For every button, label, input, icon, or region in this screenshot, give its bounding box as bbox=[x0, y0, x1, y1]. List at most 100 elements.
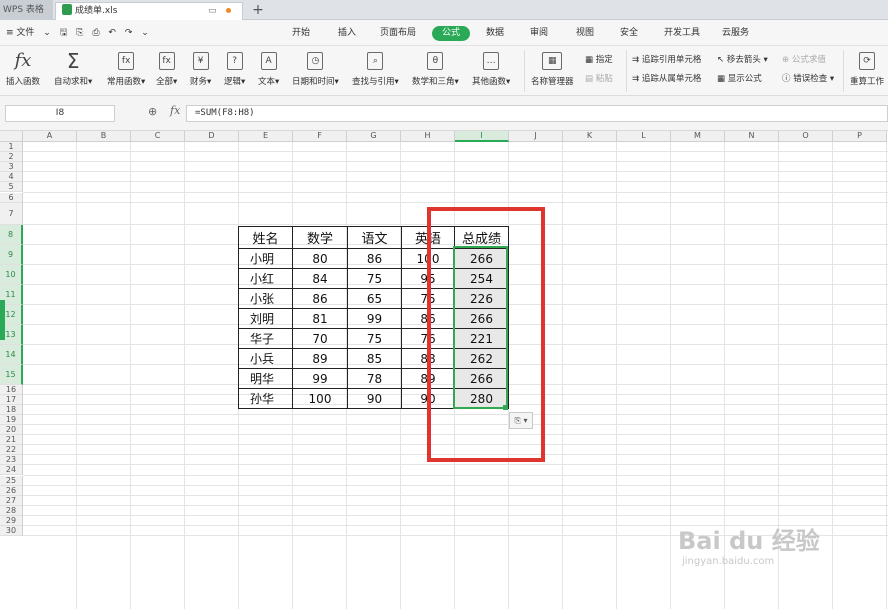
insert-function-button[interactable]: fx 插入函数 bbox=[6, 50, 40, 87]
name-cell[interactable]: 小张 bbox=[238, 288, 293, 309]
header-cell[interactable]: 语文 bbox=[347, 226, 402, 249]
row-header[interactable]: 18 bbox=[0, 404, 23, 415]
menu-formula[interactable]: 公式 bbox=[432, 26, 471, 41]
column-header-c[interactable]: C bbox=[131, 131, 185, 142]
magnifier-icon[interactable]: ⊕ bbox=[148, 105, 157, 118]
name-cell[interactable]: 明华 bbox=[238, 368, 293, 389]
name-cell[interactable]: 小红 bbox=[238, 268, 293, 289]
select-all-corner[interactable] bbox=[0, 131, 23, 142]
menu-home[interactable]: 开始 bbox=[292, 20, 310, 46]
evaluate-formula-button[interactable]: ⊕ 公式求值 bbox=[782, 53, 826, 65]
column-header-k[interactable]: K bbox=[563, 131, 617, 142]
fx-label[interactable]: fx bbox=[170, 104, 180, 117]
undo-icon[interactable]: ↶ bbox=[108, 28, 116, 38]
chinese-cell[interactable]: 75 bbox=[347, 268, 402, 289]
row-header[interactable]: 20 bbox=[0, 425, 23, 436]
total-cell[interactable]: 221 bbox=[454, 328, 509, 349]
row-header[interactable]: 4 bbox=[0, 172, 23, 183]
math-cell[interactable]: 81 bbox=[292, 308, 348, 329]
chinese-cell[interactable]: 99 bbox=[347, 308, 402, 329]
math-cell[interactable]: 89 bbox=[292, 348, 348, 369]
menu-page-layout[interactable]: 页面布局 bbox=[380, 20, 416, 46]
row-header[interactable]: 19 bbox=[0, 414, 23, 425]
math-cell[interactable]: 84 bbox=[292, 268, 348, 289]
math-cell[interactable]: 86 bbox=[292, 288, 348, 309]
row-header[interactable]: 9 bbox=[0, 244, 23, 265]
dropdown-chevron-icon[interactable]: ⌄ bbox=[43, 28, 51, 38]
column-header-j[interactable]: J bbox=[509, 131, 563, 142]
column-header-p[interactable]: P bbox=[833, 131, 887, 142]
row-header[interactable]: 5 bbox=[0, 182, 23, 193]
row-header[interactable]: 26 bbox=[0, 485, 23, 496]
menu-developer[interactable]: 开发工具 bbox=[664, 20, 700, 46]
menu-security[interactable]: 安全 bbox=[620, 20, 638, 46]
save-icon[interactable]: 🖫 bbox=[60, 28, 68, 38]
print-icon[interactable]: ⎙ bbox=[92, 28, 99, 38]
document-tab[interactable]: 成绩单.xls ▭ bbox=[55, 2, 243, 20]
common-functions-button[interactable]: fx 常用函数▾ bbox=[107, 50, 145, 87]
row-header[interactable]: 28 bbox=[0, 505, 23, 516]
row-header[interactable]: 16 bbox=[0, 384, 23, 395]
header-cell[interactable]: 总成绩 bbox=[454, 226, 509, 249]
name-manager-button[interactable]: ▦ 名称管理器 bbox=[531, 50, 574, 87]
side-panel-handle[interactable] bbox=[0, 300, 5, 340]
column-header-i[interactable]: I bbox=[455, 131, 509, 142]
name-box[interactable]: I8 bbox=[5, 105, 115, 122]
column-header-o[interactable]: O bbox=[779, 131, 833, 142]
row-header[interactable]: 10 bbox=[0, 264, 23, 285]
formula-input[interactable]: =SUM(F8:H8) bbox=[186, 105, 888, 122]
trace-precedents-button[interactable]: ⇉ 追踪引用单元格 bbox=[632, 53, 701, 65]
total-cell[interactable]: 280 bbox=[454, 388, 509, 409]
finance-button[interactable]: ¥ 财务▾ bbox=[190, 50, 211, 87]
column-header-l[interactable]: L bbox=[617, 131, 671, 142]
error-check-button[interactable]: ⓘ 错误检查 ▾ bbox=[782, 72, 834, 84]
column-header-g[interactable]: G bbox=[347, 131, 401, 142]
name-cell[interactable]: 华子 bbox=[238, 328, 293, 349]
chinese-cell[interactable]: 65 bbox=[347, 288, 402, 309]
app-tab[interactable]: WPS 表格 bbox=[0, 0, 53, 20]
new-tab-button[interactable]: + bbox=[250, 0, 266, 20]
math-cell[interactable]: 99 bbox=[292, 368, 348, 389]
specify-button[interactable]: ▦ 指定 bbox=[585, 53, 613, 65]
row-header[interactable]: 8 bbox=[0, 224, 23, 245]
column-header-n[interactable]: N bbox=[725, 131, 779, 142]
row-header[interactable]: 24 bbox=[0, 465, 23, 476]
name-cell[interactable]: 孙华 bbox=[238, 388, 293, 409]
name-cell[interactable]: 小兵 bbox=[238, 348, 293, 369]
row-header[interactable]: 6 bbox=[0, 192, 23, 203]
column-header-f[interactable]: F bbox=[293, 131, 347, 142]
column-header-b[interactable]: B bbox=[77, 131, 131, 142]
monitor-icon[interactable]: ▭ bbox=[208, 3, 217, 19]
english-cell[interactable]: 88 bbox=[401, 348, 455, 369]
fill-handle[interactable] bbox=[503, 405, 508, 410]
copy-icon[interactable]: ⎘ bbox=[76, 28, 83, 38]
chinese-cell[interactable]: 75 bbox=[347, 328, 402, 349]
header-cell[interactable]: 英语 bbox=[401, 226, 455, 249]
customize-chevron-icon[interactable]: ⌄ bbox=[141, 28, 149, 38]
name-cell[interactable]: 刘明 bbox=[238, 308, 293, 329]
logic-button[interactable]: ? 逻辑▾ bbox=[224, 50, 245, 87]
total-cell[interactable]: 266 bbox=[454, 368, 509, 389]
row-header[interactable]: 17 bbox=[0, 394, 23, 405]
chinese-cell[interactable]: 86 bbox=[347, 248, 402, 269]
total-cell[interactable]: 254 bbox=[454, 268, 509, 289]
spreadsheet-grid[interactable]: ABCDEFGHIJKLMNOP 1 2 3 4 5 6 7 8 9 10 11 12 13 14 15 16… bbox=[0, 131, 888, 609]
math-cell[interactable]: 70 bbox=[292, 328, 348, 349]
english-cell[interactable]: 86 bbox=[401, 308, 455, 329]
other-functions-button[interactable]: … 其他函数▾ bbox=[472, 50, 510, 87]
name-cell[interactable]: 小明 bbox=[238, 248, 293, 269]
column-header-e[interactable]: E bbox=[239, 131, 293, 142]
paste-name-button[interactable]: ▤ 粘贴 bbox=[585, 72, 613, 84]
row-header[interactable]: 1 bbox=[0, 142, 23, 153]
chinese-cell[interactable]: 90 bbox=[347, 388, 402, 409]
header-cell[interactable]: 数学 bbox=[292, 226, 348, 249]
math-cell[interactable]: 80 bbox=[292, 248, 348, 269]
chinese-cell[interactable]: 78 bbox=[347, 368, 402, 389]
row-header[interactable]: 3 bbox=[0, 162, 23, 173]
column-header-m[interactable]: M bbox=[671, 131, 725, 142]
menu-insert[interactable]: 插入 bbox=[338, 20, 356, 46]
row-header[interactable]: 23 bbox=[0, 455, 23, 466]
row-header[interactable]: 25 bbox=[0, 475, 23, 486]
row-header[interactable]: 14 bbox=[0, 344, 23, 365]
total-cell[interactable]: 226 bbox=[454, 288, 509, 309]
